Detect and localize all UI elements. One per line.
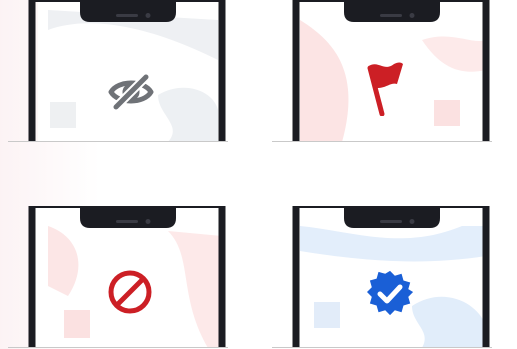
verified-badge-icon [367,270,414,316]
phone-tile-verified [272,206,492,348]
eye-off-icon [108,74,154,110]
divider-line [8,141,228,142]
divider-line [272,347,492,348]
block-icon [108,270,152,314]
flag-icon [367,62,403,116]
divider-line [8,347,228,348]
phone-tile-hidden [8,0,228,142]
phone-tile-flagged [272,0,492,142]
divider-line [272,141,492,142]
phone-tile-blocked [8,206,228,348]
phone-frame [28,0,226,142]
